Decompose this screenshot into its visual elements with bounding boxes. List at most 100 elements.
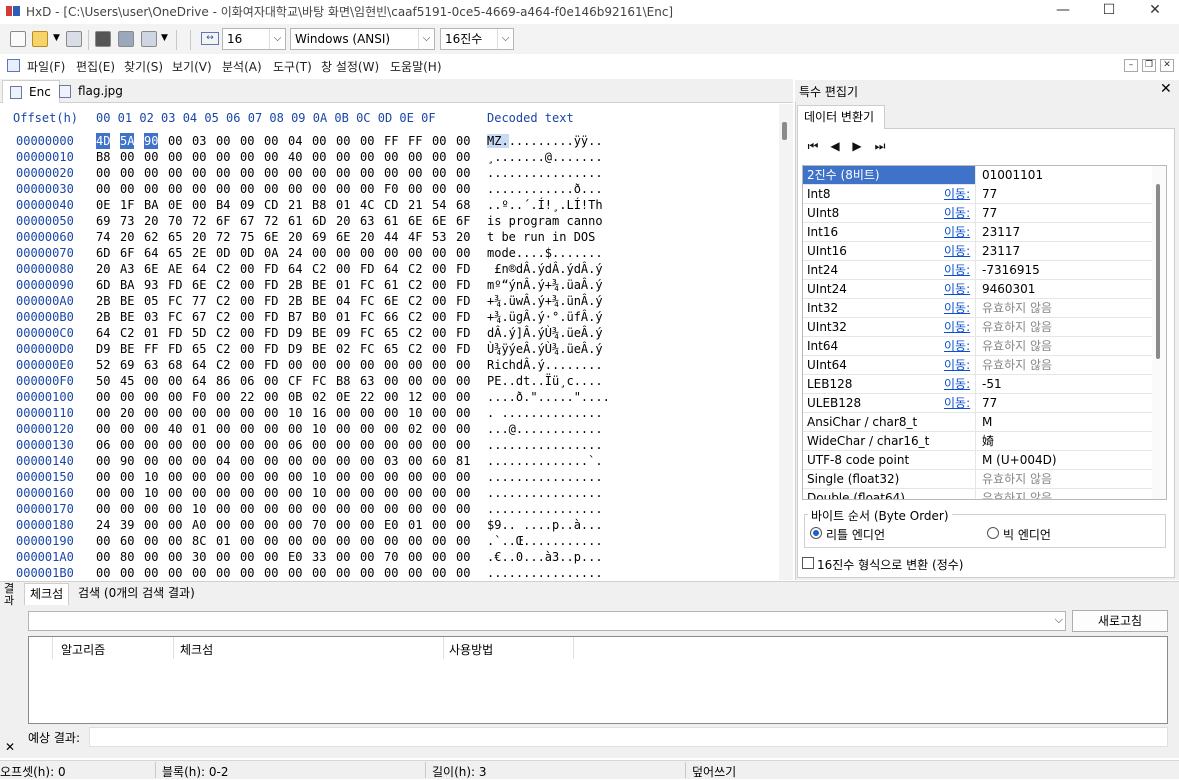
hex-byte[interactable]: FF: [408, 133, 422, 149]
checksum-algorithm-select[interactable]: ⌵: [28, 611, 1066, 631]
hex-byte[interactable]: 00: [432, 133, 446, 149]
hex-byte[interactable]: 77: [192, 293, 206, 309]
goto-link[interactable]: 이동:: [944, 337, 970, 356]
hex-byte[interactable]: 00: [408, 373, 422, 389]
inspector-row[interactable]: UInt64 이동: 유효하지 않음: [803, 356, 1153, 375]
inspector-row[interactable]: UInt16 이동: 23117: [803, 242, 1153, 261]
tab-search-results[interactable]: 검색 (0개의 검색 결과): [73, 583, 200, 605]
offset-base-select[interactable]: 16진수 ⌵: [440, 28, 514, 50]
decoded-text[interactable]: mº“ýnÂ.ý+¾.üaÂ.ý: [487, 277, 603, 293]
hex-byte[interactable]: 00: [312, 533, 326, 549]
goto-link[interactable]: 이동:: [944, 318, 970, 337]
expected-result-input[interactable]: [89, 727, 1168, 747]
decoded-text[interactable]: .€..0...à3..p...: [487, 549, 603, 565]
inspector-value[interactable]: 77: [975, 204, 1153, 223]
hex-byte[interactable]: FC: [312, 373, 326, 389]
hex-byte[interactable]: 10: [192, 501, 206, 517]
new-file-icon[interactable]: [10, 31, 26, 47]
next-icon[interactable]: ▶: [849, 139, 865, 153]
hex-byte[interactable]: 00: [456, 549, 470, 565]
hex-byte[interactable]: 00: [264, 133, 278, 149]
hex-byte[interactable]: 6D: [96, 277, 110, 293]
hex-byte[interactable]: 39: [120, 517, 134, 533]
little-endian-radio[interactable]: [810, 527, 822, 539]
hex-byte[interactable]: 00: [312, 437, 326, 453]
hex-byte[interactable]: C2: [216, 341, 230, 357]
tab-data-inspector[interactable]: 데이터 변환기: [797, 105, 885, 129]
hex-byte[interactable]: 00: [456, 373, 470, 389]
hex-byte[interactable]: 00: [144, 405, 158, 421]
hex-byte[interactable]: C2: [408, 261, 422, 277]
hex-byte[interactable]: 00: [240, 485, 254, 501]
hex-row[interactable]: 00000060 74 20 62 65 20 72 75 6E 20 69 6E 20 44 4F 53 20…: [0, 229, 779, 245]
hex-byte[interactable]: C2: [408, 325, 422, 341]
hex-byte[interactable]: 00: [96, 549, 110, 565]
memory-dropdown-icon[interactable]: ▼: [161, 33, 168, 43]
hex-byte[interactable]: BE: [312, 293, 326, 309]
column-checksum[interactable]: 체크섬: [180, 641, 213, 658]
hex-row[interactable]: 000000D0 D9 BE FF FD 65 C2 00 FD D9 BE 02 FC 65 C2 00 FD…: [0, 341, 779, 357]
hex-byte[interactable]: 00: [216, 181, 230, 197]
hex-byte[interactable]: 00: [432, 309, 446, 325]
hex-byte[interactable]: 6D: [96, 245, 110, 261]
hex-byte[interactable]: 00: [96, 453, 110, 469]
hex-byte[interactable]: 00: [144, 437, 158, 453]
decoded-text[interactable]: ..º..´.Í!¸.LÍ!Th: [487, 197, 603, 213]
hex-byte[interactable]: AE: [168, 261, 182, 277]
mdi-minimize-button[interactable]: –: [1124, 59, 1138, 72]
hex-byte[interactable]: 2B: [96, 309, 110, 325]
hex-byte[interactable]: 00: [360, 453, 374, 469]
hex-byte[interactable]: 10: [144, 485, 158, 501]
hex-byte[interactable]: 70: [312, 517, 326, 533]
hex-byte[interactable]: 40: [288, 149, 302, 165]
hex-byte[interactable]: 00: [360, 421, 374, 437]
hex-row[interactable]: 00000050 69 73 20 70 72 6F 67 72 61 6D 20 63 61 6E 6E 6F…: [0, 213, 779, 229]
hex-byte[interactable]: 00: [264, 549, 278, 565]
hex-byte[interactable]: 2E: [192, 245, 206, 261]
hex-byte[interactable]: 00: [432, 165, 446, 181]
hex-byte[interactable]: 00: [360, 245, 374, 261]
inspector-row[interactable]: UInt24 이동: 9460301: [803, 280, 1153, 299]
inspector-value[interactable]: -51: [975, 375, 1153, 394]
hex-byte[interactable]: 6F: [120, 245, 134, 261]
hex-byte[interactable]: 00: [168, 149, 182, 165]
hex-byte[interactable]: 20: [144, 213, 158, 229]
hex-byte[interactable]: 01: [336, 277, 350, 293]
bytes-per-row-select[interactable]: 16 ⌵: [222, 28, 286, 50]
hex-byte[interactable]: 20: [336, 213, 350, 229]
goto-link[interactable]: 이동:: [944, 223, 970, 242]
hex-byte[interactable]: 03: [384, 453, 398, 469]
hex-byte[interactable]: 20: [96, 261, 110, 277]
hex-byte[interactable]: 45: [120, 373, 134, 389]
hex-byte[interactable]: C2: [408, 277, 422, 293]
hex-byte[interactable]: F0: [384, 181, 398, 197]
hex-row[interactable]: 00000170 00 00 00 00 10 00 00 00 00 00 00 00 00 00 00 00…: [0, 501, 779, 517]
menu-view[interactable]: 보기(V): [172, 58, 212, 75]
hex-byte[interactable]: 00: [240, 149, 254, 165]
hex-byte[interactable]: FD: [168, 325, 182, 341]
hex-byte[interactable]: 00: [288, 421, 302, 437]
hex-byte[interactable]: C2: [216, 357, 230, 373]
hex-byte[interactable]: 00: [168, 405, 182, 421]
hex-byte[interactable]: 00: [408, 501, 422, 517]
hex-byte[interactable]: 24: [288, 245, 302, 261]
hex-byte[interactable]: 20: [288, 229, 302, 245]
hex-byte[interactable]: 00: [168, 501, 182, 517]
hex-byte[interactable]: 0E: [336, 389, 350, 405]
inspector-value[interactable]: 23117: [975, 242, 1153, 261]
hex-byte[interactable]: 00: [456, 357, 470, 373]
hex-byte[interactable]: 00: [216, 549, 230, 565]
hex-byte[interactable]: 00: [216, 437, 230, 453]
hex-byte[interactable]: 00: [240, 565, 254, 579]
hex-byte[interactable]: FD: [456, 325, 470, 341]
hex-byte[interactable]: CD: [264, 197, 278, 213]
inspector-value[interactable]: 유효하지 않음: [975, 470, 1153, 489]
hex-byte[interactable]: 00: [240, 453, 254, 469]
hex-byte[interactable]: 00: [264, 453, 278, 469]
hex-byte[interactable]: 00: [240, 293, 254, 309]
hex-byte[interactable]: E0: [384, 517, 398, 533]
hex-byte[interactable]: 00: [312, 357, 326, 373]
hex-byte[interactable]: 00: [432, 261, 446, 277]
hex-byte[interactable]: 02: [312, 389, 326, 405]
hex-byte[interactable]: 00: [360, 565, 374, 579]
